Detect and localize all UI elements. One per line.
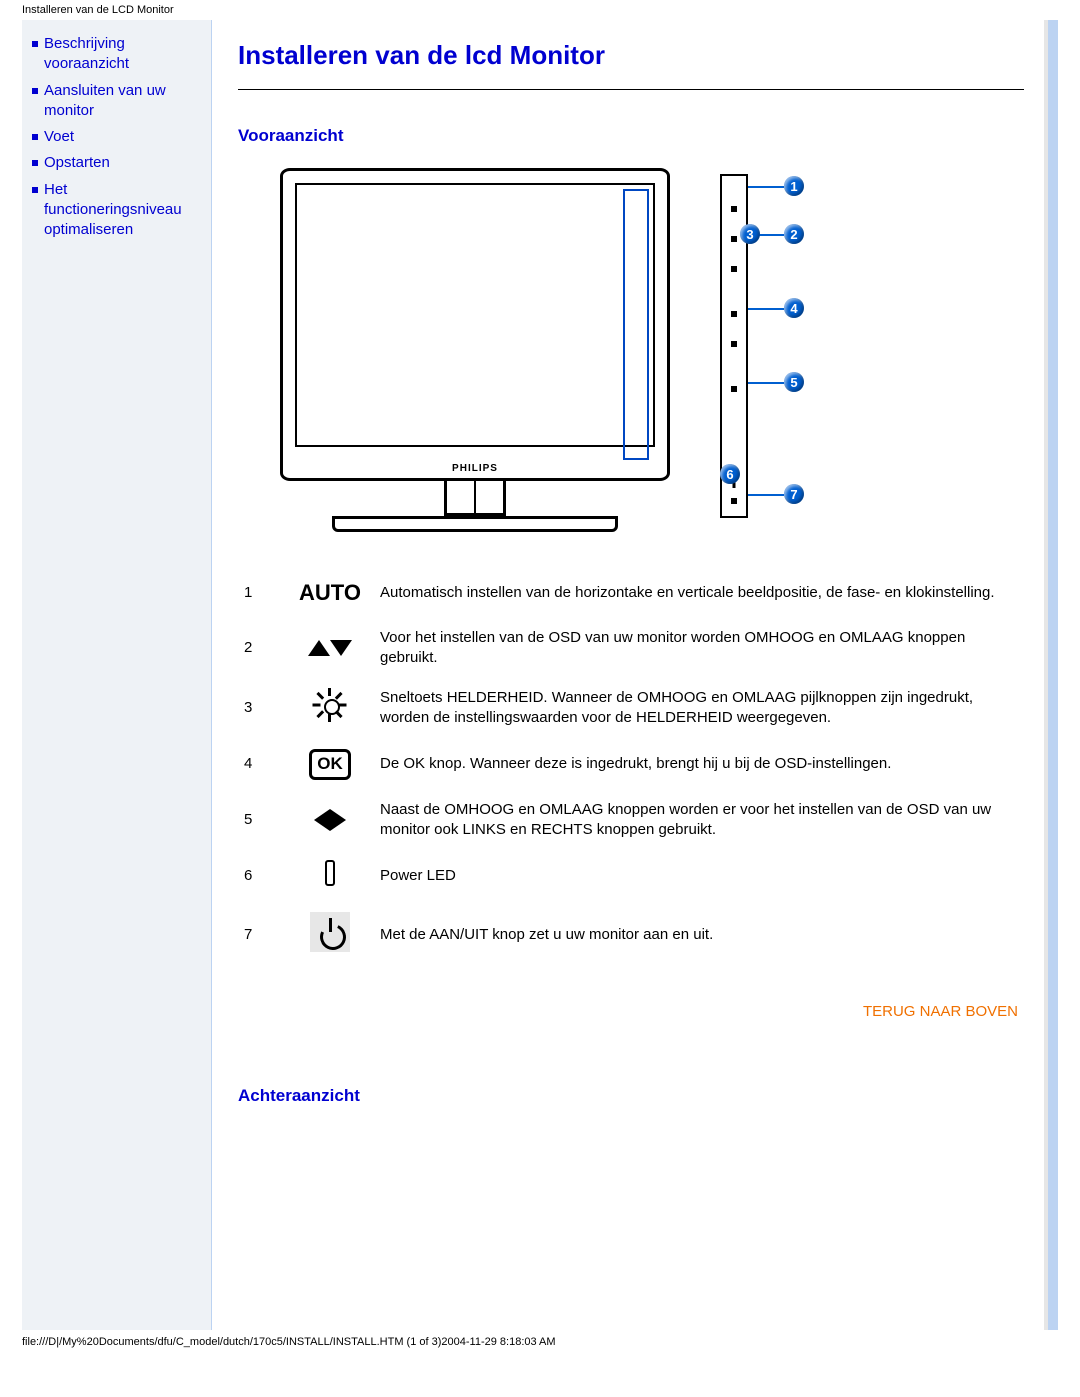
legend-number: 6: [238, 850, 286, 902]
ok-icon: OK: [309, 749, 351, 780]
section-title-front: Vooraanzicht: [238, 126, 1024, 146]
sidebar-item-optimize[interactable]: Het functioneringsniveau optimaliseren: [44, 180, 203, 241]
power-icon: [286, 902, 374, 968]
sidebar-item-connect[interactable]: Aansluiten van uw monitor: [44, 81, 203, 122]
section-title-rear: Achteraanzicht: [238, 1086, 1024, 1106]
bullet-icon: [32, 88, 38, 94]
sidebar-item-base[interactable]: Voet: [44, 127, 74, 147]
sidebar-item-start[interactable]: Opstarten: [44, 153, 110, 173]
legend-text: Power LED: [374, 850, 1024, 902]
button-strip-highlight: [623, 189, 649, 460]
legend-number: 7: [238, 902, 286, 968]
callout-2: 2: [784, 224, 804, 244]
callout-6: 6: [720, 464, 740, 484]
callout-4: 4: [784, 298, 804, 318]
table-row: 4 OK De OK knop. Wanneer deze is ingedru…: [238, 739, 1024, 790]
callout-3: 3: [740, 224, 760, 244]
front-view-diagram: PHILIPS: [238, 168, 1024, 532]
table-row: 2 Voor het instellen van de OSD van uw m…: [238, 618, 1024, 679]
callout-5: 5: [784, 372, 804, 392]
footer-path: file:///D|/My%20Documents/dfu/C_model/du…: [0, 1330, 1080, 1358]
table-row: 6 Power LED: [238, 850, 1024, 902]
brand-label: PHILIPS: [283, 459, 667, 478]
bullet-icon: [32, 187, 38, 193]
legend-text: Naast de OMHOOG en OMLAAG knoppen worden…: [374, 790, 1024, 851]
callout-1: 1: [784, 176, 804, 196]
brightness-icon: [286, 678, 374, 739]
button-legend-table: 1 AUTO Automatisch instellen van de hori…: [238, 568, 1024, 969]
window-title: Installeren van de LCD Monitor: [0, 0, 1080, 20]
divider: [238, 89, 1024, 90]
legend-text: Automatisch instellen van de horizontake…: [374, 568, 1024, 618]
legend-text: De OK knop. Wanneer deze is ingedrukt, b…: [374, 739, 1024, 790]
callout-7: 7: [784, 484, 804, 504]
bullet-icon: [32, 160, 38, 166]
table-row: 3 Sneltoets HELDERHEID: [238, 678, 1024, 739]
table-row: 5 Naast de OMHOOG en OMLAAG knoppen word…: [238, 790, 1024, 851]
back-to-top-link[interactable]: TERUG NAAR BOVEN: [863, 1003, 1018, 1020]
legend-number: 5: [238, 790, 286, 851]
sidebar: Beschrijving vooraanzicht Aansluiten van…: [22, 20, 212, 1330]
main-content: Installeren van de lcd Monitor Vooraanzi…: [212, 20, 1044, 1330]
legend-text: Voor het instellen van de OSD van uw mon…: [374, 618, 1024, 679]
content-frame: Beschrijving vooraanzicht Aansluiten van…: [22, 20, 1058, 1330]
up-down-icon: [286, 618, 374, 679]
legend-number: 3: [238, 678, 286, 739]
table-row: 1 AUTO Automatisch instellen van de hori…: [238, 568, 1024, 618]
bullet-icon: [32, 134, 38, 140]
table-row: 7 Met de AAN/UIT knop zet u uw monitor a…: [238, 902, 1024, 968]
auto-icon: AUTO: [299, 580, 361, 605]
led-icon: [286, 850, 374, 902]
legend-number: 1: [238, 568, 286, 618]
bullet-icon: [32, 41, 38, 47]
left-right-icon: [286, 790, 374, 851]
scrollbar-track[interactable]: [1044, 20, 1048, 1330]
legend-number: 4: [238, 739, 286, 790]
legend-number: 2: [238, 618, 286, 679]
legend-text: Met de AAN/UIT knop zet u uw monitor aan…: [374, 902, 1024, 968]
legend-text: Sneltoets HELDERHEID. Wanneer de OMHOOG …: [374, 678, 1024, 739]
monitor-illustration: PHILIPS: [260, 168, 690, 532]
page-title: Installeren van de lcd Monitor: [238, 40, 1024, 71]
side-panel-illustration: 1 2 3 4 5 6 7: [720, 168, 822, 528]
sidebar-item-front[interactable]: Beschrijving vooraanzicht: [44, 34, 203, 75]
